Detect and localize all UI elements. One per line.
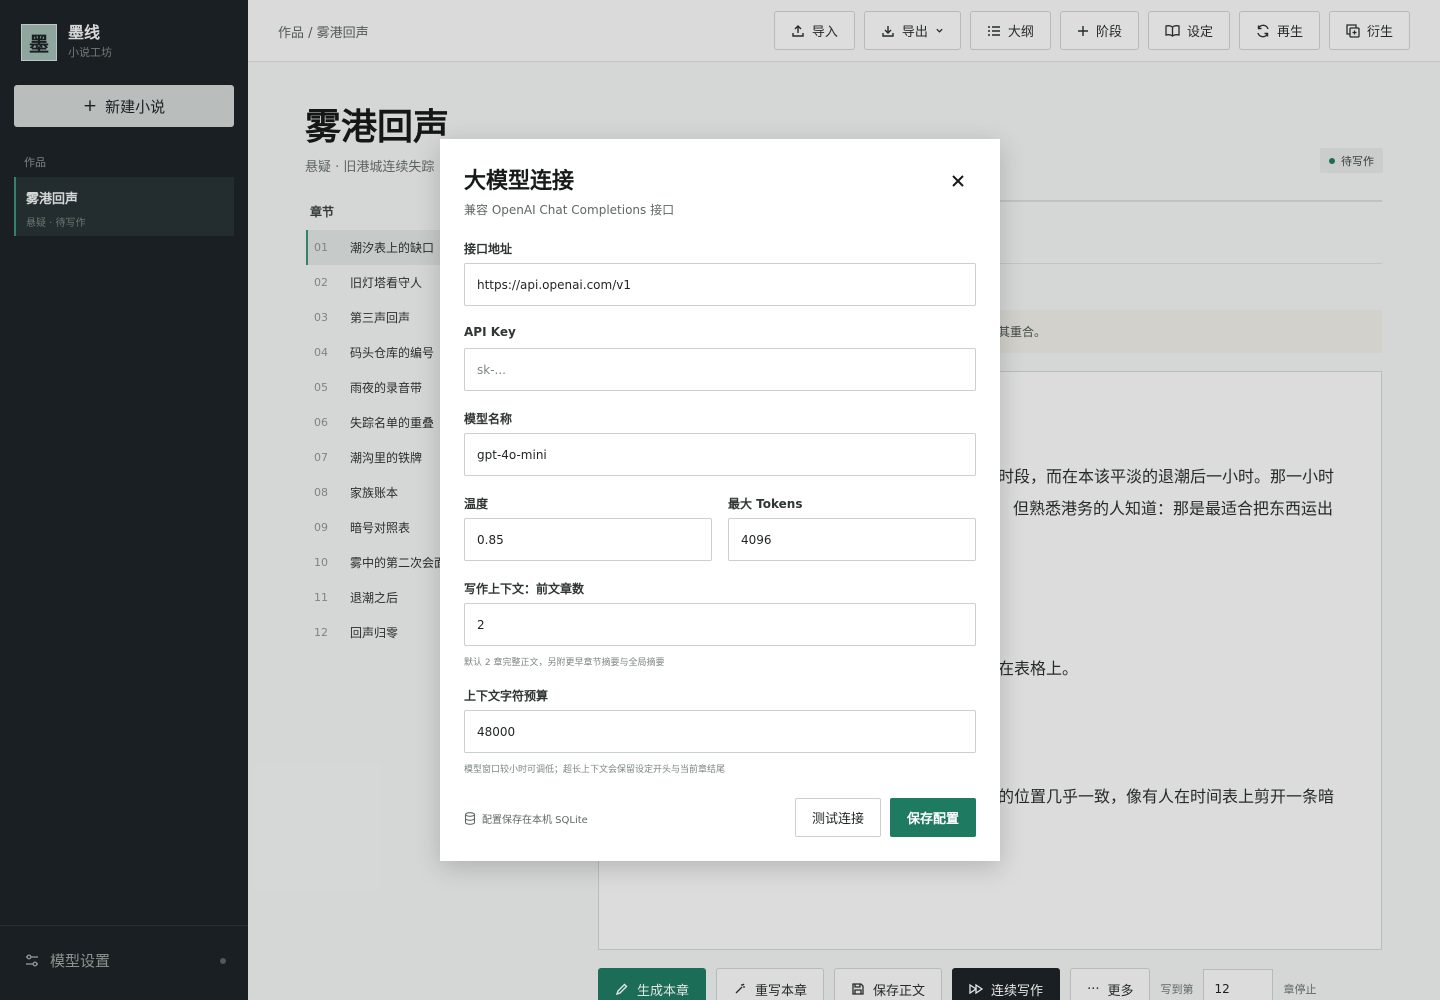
char-budget-input[interactable] (464, 710, 976, 753)
max-tokens-label: 最大 Tokens (728, 497, 803, 511)
storage-note-text: 配置保存在本机 SQLite (482, 815, 588, 826)
apikey-label: API Key (464, 325, 516, 339)
context-chapters-input[interactable] (464, 603, 976, 646)
context-chapters-label: 写作上下文：前文章数 (464, 582, 585, 596)
endpoint-input[interactable] (464, 263, 976, 306)
model-name-input[interactable] (464, 433, 976, 476)
model-name-label: 模型名称 (464, 412, 513, 426)
apikey-input[interactable] (464, 348, 976, 391)
storage-note: 配置保存在本机 SQLite (464, 811, 588, 826)
context-chapters-hint: 默认 2 章完整正文，另附更早章节摘要与全局摘要 (464, 658, 665, 668)
temperature-input[interactable] (464, 518, 712, 561)
llm-connection-dialog: 大模型连接 兼容 OpenAI Chat Completions 接口 接口地址… (440, 139, 1000, 861)
close-button[interactable] (946, 169, 970, 193)
close-icon (952, 175, 964, 187)
save-config-button[interactable]: 保存配置 (890, 798, 976, 837)
endpoint-label: 接口地址 (464, 242, 513, 256)
dialog-subtitle: 兼容 OpenAI Chat Completions 接口 (464, 203, 675, 217)
char-budget-hint: 模型窗口较小时可调低；超长上下文会保留设定开头与当前章结尾 (464, 765, 726, 775)
dialog-title: 大模型连接 (464, 168, 575, 194)
database-icon (464, 812, 476, 825)
char-budget-label: 上下文字符预算 (464, 689, 549, 703)
max-tokens-input[interactable] (728, 518, 976, 561)
temperature-label: 温度 (464, 497, 489, 511)
test-connection-button[interactable]: 测试连接 (795, 798, 881, 837)
